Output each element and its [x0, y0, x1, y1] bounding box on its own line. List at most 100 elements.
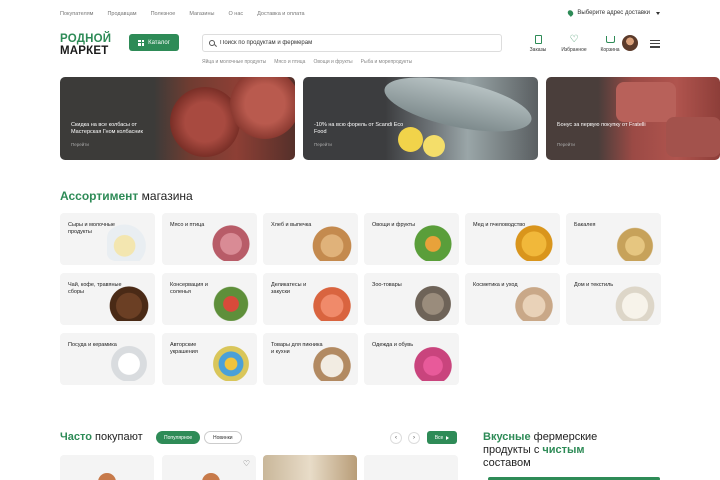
quicklink-veg[interactable]: Овощи и фрукты [313, 59, 352, 65]
topnav-link-stores[interactable]: Магазины [189, 11, 214, 17]
category-tile-picnic[interactable]: Товары для пикника и кухни [263, 333, 358, 385]
logo-line1: РОДНОЙ [60, 33, 112, 45]
category-tile-bread[interactable]: Хлеб и выпечка [263, 213, 358, 265]
logo-line2: МАРКЕТ [60, 45, 109, 57]
chevron-down-icon [656, 11, 660, 15]
topnav-link-sellers[interactable]: Продавцам [107, 11, 136, 17]
category-tile-clothes[interactable]: Одежда и обувь [364, 333, 459, 385]
product-card[interactable] [60, 455, 154, 480]
cart-icon [605, 35, 615, 43]
banner-more-link[interactable]: Перейти [314, 142, 332, 147]
cosmetics-image [512, 283, 556, 321]
meat-image [209, 223, 253, 261]
all-button-label: Все [434, 434, 444, 441]
textile-image [613, 283, 657, 321]
catalog-button-label: Каталог [148, 39, 170, 46]
often-title-bold: Часто [60, 431, 92, 443]
logo[interactable]: РОДНОЙ МАРКЕТ [60, 33, 111, 57]
often-bought-title: Часто покупают [60, 431, 143, 443]
farm-promo-text: Вкусные фермерские продукты с чистым сос… [483, 431, 633, 470]
delivery-address-label: Выберите адрес доставки [577, 10, 650, 16]
banner-text: -10% на всю форель от Scandi Eco Food [314, 122, 404, 135]
dairy-image [107, 223, 151, 261]
farm-word-clean: чистым [542, 444, 585, 456]
banner-text: Скидка на все колбасы от Мастерская Гном… [71, 122, 143, 135]
quick-links: Яйца и молочные продукты Мясо и птица Ов… [202, 59, 412, 65]
category-tile-grocery[interactable]: Бакалея [566, 213, 661, 265]
jewelry-image [209, 343, 253, 381]
search-input[interactable] [220, 40, 480, 46]
category-tile-delicacies[interactable]: Деликатесы и закуски [263, 273, 358, 325]
search-icon[interactable] [209, 40, 215, 46]
banner-more-link[interactable]: Перейти [71, 142, 89, 147]
cart-label: Корзина [600, 47, 620, 53]
grocery-image [613, 223, 657, 261]
orders-icon [534, 34, 542, 44]
location-pin-icon [567, 9, 575, 17]
promo-banner-trout[interactable]: -10% на всю форель от Scandi Eco Food Пе… [303, 77, 538, 160]
topnav-link-about[interactable]: О нас [228, 11, 243, 17]
catalog-button[interactable]: Каталог [129, 34, 179, 51]
delicacies-image [310, 283, 354, 321]
assortment-title-bold: Ассортимент [60, 189, 139, 203]
category-tile-veg[interactable]: Овощи и фрукты [364, 213, 459, 265]
dishes-image [107, 343, 151, 381]
top-nav: Покупателям Продавцам Полезное Магазины … [60, 11, 319, 17]
prev-arrow-button[interactable]: ‹ [390, 432, 402, 444]
kitchen-image [310, 343, 354, 381]
orders-label: Заказы [529, 47, 547, 53]
farm-word-composition: составом [483, 457, 531, 469]
preserves-image [209, 283, 253, 321]
category-tile-tea[interactable]: Чай, кофе, травяные сборы [60, 273, 155, 325]
category-tile-meat[interactable]: Мясо и птица [162, 213, 257, 265]
honey-image [512, 223, 556, 261]
menu-icon[interactable] [650, 40, 660, 48]
all-button[interactable]: Все [427, 431, 457, 444]
coffee-image [107, 283, 151, 321]
next-arrow-button[interactable]: › [408, 432, 420, 444]
heart-icon: ♡ [569, 33, 579, 45]
category-tile-honey[interactable]: Мед и пчеловодство [465, 213, 560, 265]
category-tile-dairy[interactable]: Сыры и молочные продукты [60, 213, 155, 265]
tab-popular[interactable]: Популярное [156, 431, 201, 444]
bread-image [310, 223, 354, 261]
favorites-label: Избранное [561, 47, 587, 53]
category-tile-preserves[interactable]: Консервация и соленья [162, 273, 257, 325]
product-card[interactable]: ♡ [162, 455, 256, 480]
orders-button[interactable]: Заказы [520, 34, 556, 53]
avatar[interactable] [622, 35, 638, 51]
cat-image [411, 283, 455, 321]
category-tile-jewelry[interactable]: Авторские украшения [162, 333, 257, 385]
favorites-button[interactable]: ♡ Избранное [556, 34, 592, 53]
promo-banner-bonus[interactable]: Бонус за первую покупку от Fratelli Пере… [546, 77, 720, 160]
product-card[interactable] [263, 455, 357, 480]
banner-text: Бонус за первую покупку от Fratelli [557, 122, 646, 128]
farm-word-tasty: Вкусные [483, 431, 531, 443]
clothes-image [411, 343, 455, 381]
assortment-title-rest: магазина [141, 189, 193, 203]
quicklink-dairy[interactable]: Яйца и молочные продукты [202, 59, 266, 65]
often-title-rest: покупают [95, 431, 143, 443]
category-tile-dishes[interactable]: Посуда и керамика [60, 333, 155, 385]
quicklink-fish[interactable]: Рыба и морепродукты [361, 59, 413, 65]
play-icon [446, 435, 450, 440]
header-icons: Заказы ♡ Избранное Корзина [520, 34, 628, 53]
grid-icon [138, 39, 145, 46]
category-tile-pets[interactable]: Зоо-товары [364, 273, 459, 325]
delivery-address-selector[interactable]: Выберите адрес доставки [567, 9, 660, 17]
topnav-link-delivery[interactable]: Доставка и оплата [257, 11, 304, 17]
quicklink-meat[interactable]: Мясо и птица [274, 59, 305, 65]
farm-word-with: с [533, 444, 540, 456]
assortment-title: Ассортимент магазина [60, 189, 193, 203]
category-tile-home[interactable]: Дом и текстиль [566, 273, 661, 325]
vegetables-image [411, 223, 455, 261]
favorite-icon[interactable]: ♡ [243, 459, 250, 468]
search-bar [202, 34, 502, 52]
topnav-link-buyers[interactable]: Покупателям [60, 11, 93, 17]
banner-more-link[interactable]: Перейти [557, 142, 575, 147]
category-tile-cosmetics[interactable]: Косметика и уход [465, 273, 560, 325]
topnav-link-useful[interactable]: Полезное [151, 11, 176, 17]
product-card[interactable] [364, 455, 458, 480]
tab-new[interactable]: Новинки [204, 431, 242, 444]
promo-banner-sausages[interactable]: Скидка на все колбасы от Мастерская Гном… [60, 77, 295, 160]
